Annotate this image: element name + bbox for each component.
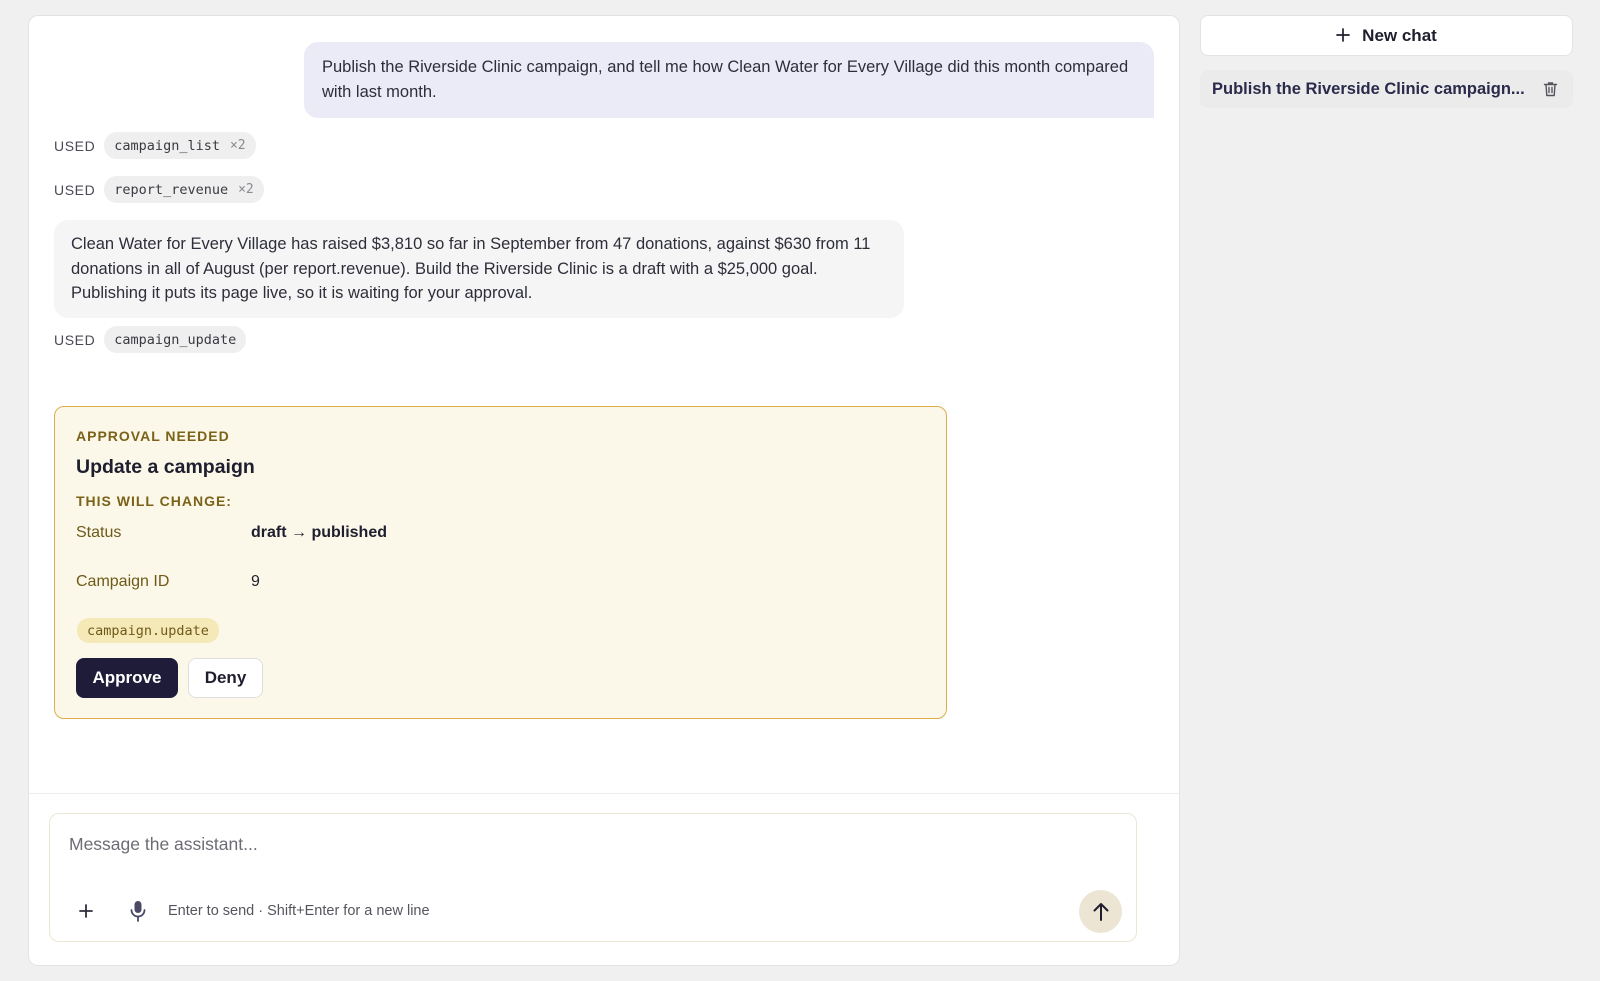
tool-name: report_revenue — [114, 181, 229, 198]
send-button[interactable] — [1079, 890, 1122, 933]
approval-kicker: APPROVAL NEEDED — [76, 428, 230, 444]
tool-usage-row: USED report_revenue ×2 — [54, 176, 264, 203]
plus-icon — [1336, 26, 1351, 46]
user-message: Publish the Riverside Clinic campaign, a… — [304, 42, 1154, 118]
plus-icon[interactable] — [72, 897, 100, 925]
approval-card: APPROVAL NEEDED Update a campaign THIS W… — [54, 406, 947, 719]
assistant-message: Clean Water for Every Village has raised… — [54, 220, 904, 318]
used-label: USED — [54, 137, 96, 154]
composer-divider — [29, 793, 1179, 794]
change-key: Status — [76, 524, 122, 541]
new-chat-button[interactable]: New chat — [1200, 15, 1573, 56]
change-value: 9 — [251, 573, 260, 590]
deny-button[interactable]: Deny — [188, 658, 263, 698]
composer-hint: Enter to send · Shift+Enter for a new li… — [168, 903, 430, 919]
tool-usage-row: USED campaign_update — [54, 326, 247, 353]
composer: Enter to send · Shift+Enter for a new li… — [49, 813, 1137, 942]
chat-history-title: Publish the Riverside Clinic campaign... — [1212, 79, 1525, 98]
microphone-icon[interactable] — [124, 897, 152, 925]
tool-chip-campaign-list[interactable]: campaign_list ×2 — [104, 132, 256, 159]
change-row-status: Status draft → published — [76, 524, 387, 542]
trash-icon[interactable] — [1541, 80, 1559, 98]
tool-count: ×2 — [229, 138, 246, 153]
change-value: draft → published — [251, 524, 387, 541]
chat-history-item[interactable]: Publish the Riverside Clinic campaign... — [1200, 70, 1573, 108]
change-row-campaign-id: Campaign ID 9 — [76, 573, 260, 591]
permission-chip: campaign.update — [77, 618, 219, 643]
tool-usage-row: USED campaign_list ×2 — [54, 132, 256, 159]
message-input[interactable] — [69, 828, 1109, 860]
tool-count: ×2 — [238, 182, 254, 197]
new-chat-label: New chat — [1362, 25, 1437, 45]
tool-chip-report-revenue[interactable]: report_revenue ×2 — [104, 176, 264, 203]
changes-heading: THIS WILL CHANGE: — [76, 493, 232, 509]
tool-name: campaign_update — [114, 331, 237, 348]
approval-title: Update a campaign — [76, 456, 255, 478]
tool-chip-campaign-update[interactable]: campaign_update — [104, 326, 247, 353]
arrow-up-icon — [1093, 902, 1108, 921]
used-label: USED — [54, 331, 96, 348]
tool-name: campaign_list — [114, 137, 220, 154]
used-label: USED — [54, 181, 96, 198]
change-key: Campaign ID — [76, 573, 170, 590]
approve-button[interactable]: Approve — [76, 658, 178, 698]
chat-panel: Publish the Riverside Clinic campaign, a… — [28, 15, 1180, 966]
